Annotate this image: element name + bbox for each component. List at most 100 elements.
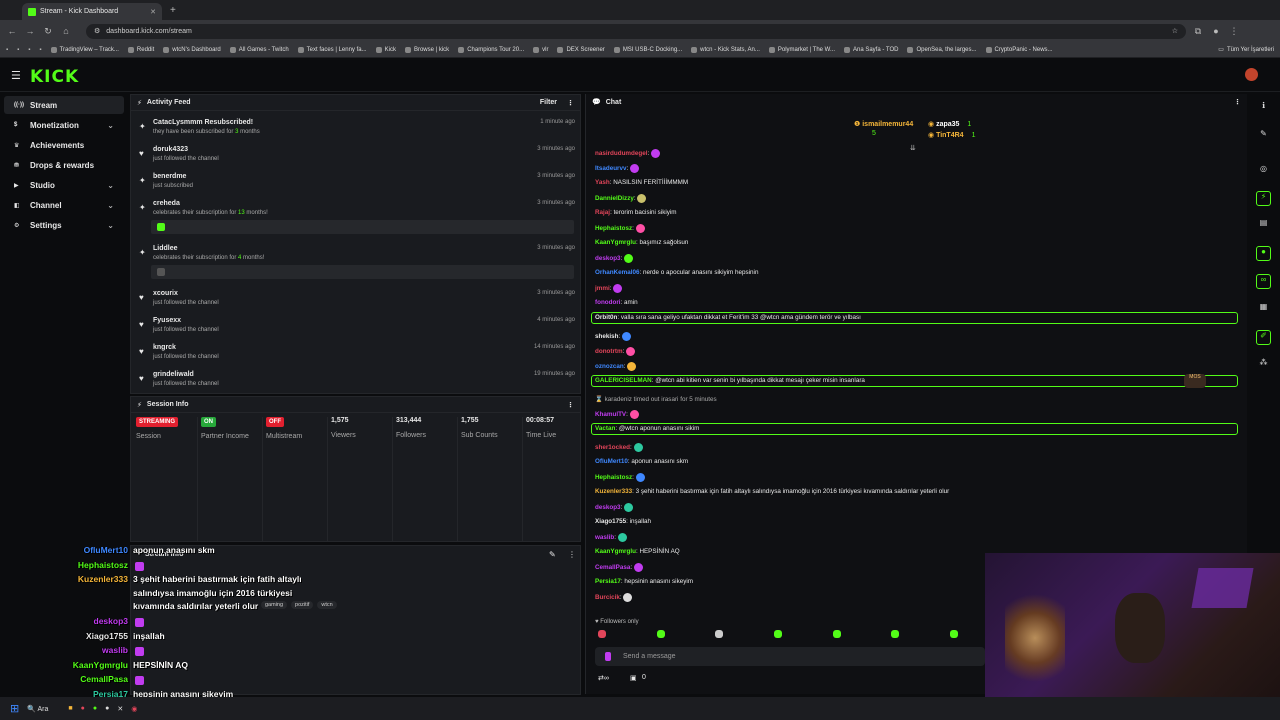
mic-icon[interactable] — [605, 652, 611, 661]
chat-username[interactable]: deskop3 — [595, 504, 621, 511]
chat-message[interactable]: Hephaistosz: — [595, 224, 645, 233]
chat-username[interactable]: Hephaistosz — [595, 474, 632, 481]
activity-item[interactable]: ✦ benerdme just subscribed 3 minutes ago — [131, 173, 581, 199]
user-avatar[interactable] — [1245, 68, 1258, 81]
chat-message[interactable]: Kuzenler333: 3 şehit haberini bastırmak … — [595, 488, 949, 495]
chat-username[interactable]: Itsadeurvv — [595, 165, 627, 172]
chat-username[interactable]: Xiago1755 — [595, 518, 626, 525]
gift-icon[interactable]: ▣ — [630, 674, 637, 682]
reload-icon[interactable]: ↻ — [42, 26, 54, 37]
profile-avatar-icon[interactable]: ● — [1210, 26, 1222, 36]
chrome-icon[interactable]: ● — [81, 705, 85, 712]
activity-item[interactable]: ✦ Liddlee celebrates their subscription fo… — [131, 245, 581, 279]
chat-message[interactable]: KaanYgmrglu: başımız sağolsun — [595, 239, 688, 246]
bookmark-item[interactable]: MSI USB-C Docking... — [613, 46, 682, 53]
chat-message[interactable]: Persia17: hepsinin anasını sikeyim — [595, 578, 693, 585]
apps-icon[interactable]: ▪ — [6, 47, 8, 53]
bookmark-item[interactable]: CryptoPanic - News... — [985, 46, 1053, 53]
expand-pin-icon[interactable]: ⇊ — [910, 144, 916, 152]
chat-message[interactable]: shekish: — [595, 332, 631, 341]
bookmark-item[interactable]: Reddit — [127, 46, 154, 53]
chat-message[interactable]: KaanYgmrglu: HEPSİNİN AQ — [595, 548, 680, 555]
chat-message[interactable]: Vactan: @wtcn aponun anasını sikim — [595, 425, 699, 432]
chat-username[interactable]: Orbit0n — [595, 314, 617, 321]
filter-button[interactable]: Filter — [540, 99, 557, 107]
chat-message[interactable]: OfluMert10: aponun anasını skm — [595, 458, 688, 465]
chat-message[interactable]: DannielDizzy: — [595, 194, 647, 203]
chat-username[interactable]: fonodori — [595, 299, 621, 306]
taskbar-search[interactable]: 🔍 Ara — [27, 705, 48, 713]
stream-tag[interactable]: wtcn — [317, 601, 337, 609]
chat-username[interactable]: Persia17 — [595, 578, 621, 585]
activity-item[interactable]: ♥ grindeliwald just followed the channel 19… — [131, 371, 581, 397]
sidebar-item-monetization[interactable]: $ Monetization ⌄ — [4, 116, 124, 134]
chat-username[interactable]: jmmi — [595, 285, 610, 292]
chat-message[interactable]: sher1ocked: — [595, 443, 643, 452]
chat-username[interactable]: KaanYgmrglu — [595, 239, 636, 246]
chat-username[interactable]: nasirdudumdegel — [595, 150, 647, 157]
extensions-icon[interactable]: ⧉ — [1192, 26, 1204, 37]
document-icon[interactable]: ▤ — [1256, 218, 1271, 233]
sidebar-item-channel[interactable]: ◧ Channel ⌄ — [4, 196, 124, 214]
pencil-icon[interactable]: ✎ — [1256, 129, 1271, 144]
chat-username[interactable]: shekish — [595, 333, 618, 340]
chat-username[interactable]: KhamulTV — [595, 411, 626, 418]
top-gifter[interactable]: ❶ ismailmemur44 5 — [854, 120, 913, 137]
activity-item[interactable]: ♥ Fyusexx just followed the channel 4 minut… — [131, 317, 581, 343]
quick-emote-icon[interactable] — [656, 630, 665, 638]
lightning-icon[interactable]: ⚡ — [1256, 191, 1271, 206]
edit-pencil-icon[interactable]: ✎ — [549, 550, 556, 559]
quick-emote-icon[interactable] — [891, 630, 900, 638]
chat-username[interactable]: Hephaistosz — [595, 225, 632, 232]
chat-message[interactable]: deskop3: — [595, 254, 634, 263]
chat-username[interactable]: deskop3 — [595, 255, 621, 262]
chat-input-box[interactable]: Send a message — [595, 647, 985, 666]
session-menu-icon[interactable]: ⋮ — [567, 401, 574, 409]
menu-dots-icon[interactable]: ⋮ — [1228, 26, 1240, 37]
bookmark-item[interactable]: Kick — [375, 46, 396, 53]
chat-message[interactable]: jmmi: — [595, 284, 623, 293]
x-icon[interactable]: ▪ — [17, 47, 19, 53]
chat-message[interactable]: GALERICISELMAN: @wtcn abi kitien var sen… — [595, 377, 865, 384]
activity-menu-icon[interactable]: ⋮ — [567, 99, 574, 107]
chat-username[interactable]: Burcicik — [595, 594, 620, 601]
bookmark-item[interactable]: OpenSea, the larges... — [907, 46, 977, 53]
chat-message[interactable]: Burcicik: — [595, 593, 633, 602]
bookmark-item[interactable]: TradingView – Track... — [50, 46, 119, 53]
chat-message[interactable]: Itsadeurvv: — [595, 164, 639, 173]
chat-message[interactable]: fonodori: amin — [595, 299, 638, 306]
chat-username[interactable]: sher1ocked — [595, 444, 630, 451]
chat-message[interactable]: OrhanKemal06: nerde o apocular anasını s… — [595, 269, 758, 276]
chat-username[interactable]: OrhanKemal06 — [595, 269, 639, 276]
obs-icon[interactable]: ◉ — [131, 705, 137, 713]
bookmark-item[interactable]: Ana Sayfa - TOD — [844, 46, 898, 53]
activity-item[interactable]: ♥ doruk4323 just followed the channel 3 min… — [131, 146, 581, 172]
chat-username[interactable]: Vactan — [595, 425, 615, 432]
windows-start-icon[interactable]: ⊞ — [10, 702, 19, 715]
steam-icon[interactable]: ● — [105, 705, 109, 712]
chat-username[interactable]: donotrtm — [595, 348, 623, 355]
quick-emote-icon[interactable] — [773, 630, 782, 638]
file-explorer-icon[interactable]: ■ — [68, 705, 72, 712]
quick-emote-icon[interactable] — [949, 630, 958, 638]
stream-info-menu-icon[interactable]: ⋮ — [568, 550, 576, 559]
bookmark-item[interactable]: Text faces | Lenny fa... — [297, 46, 367, 53]
bookmark-item[interactable]: Champions Tour 20... — [458, 46, 524, 53]
kick-logo[interactable]: KICK — [30, 67, 79, 87]
bookmark-item[interactable]: All Games - Twitch — [229, 46, 289, 53]
chat-username[interactable]: GALERICISELMAN — [595, 377, 652, 384]
youtube-icon[interactable]: ▪ — [28, 47, 30, 53]
sidebar-item-achievements[interactable]: ♛ Achievements — [4, 136, 124, 154]
chat-username[interactable]: Kuzenler333 — [595, 488, 632, 495]
chat-message[interactable]: donotrtm: — [595, 347, 636, 356]
new-tab-icon[interactable]: + — [170, 5, 176, 16]
target-icon[interactable]: ◎ — [1256, 164, 1271, 179]
gmail-icon[interactable]: ▪ — [39, 47, 41, 53]
top-gifter[interactable]: ◉ zapa35 1 — [928, 120, 971, 128]
spotify-icon[interactable]: ● — [93, 705, 97, 712]
chat-message[interactable]: KhamulTV: — [595, 410, 639, 419]
chat-username[interactable]: oznozcan — [595, 363, 624, 370]
wrench-icon[interactable]: ✐ — [1256, 330, 1271, 345]
quick-emote-icon[interactable] — [598, 630, 606, 638]
chat-username[interactable]: karadeniz — [605, 396, 632, 403]
